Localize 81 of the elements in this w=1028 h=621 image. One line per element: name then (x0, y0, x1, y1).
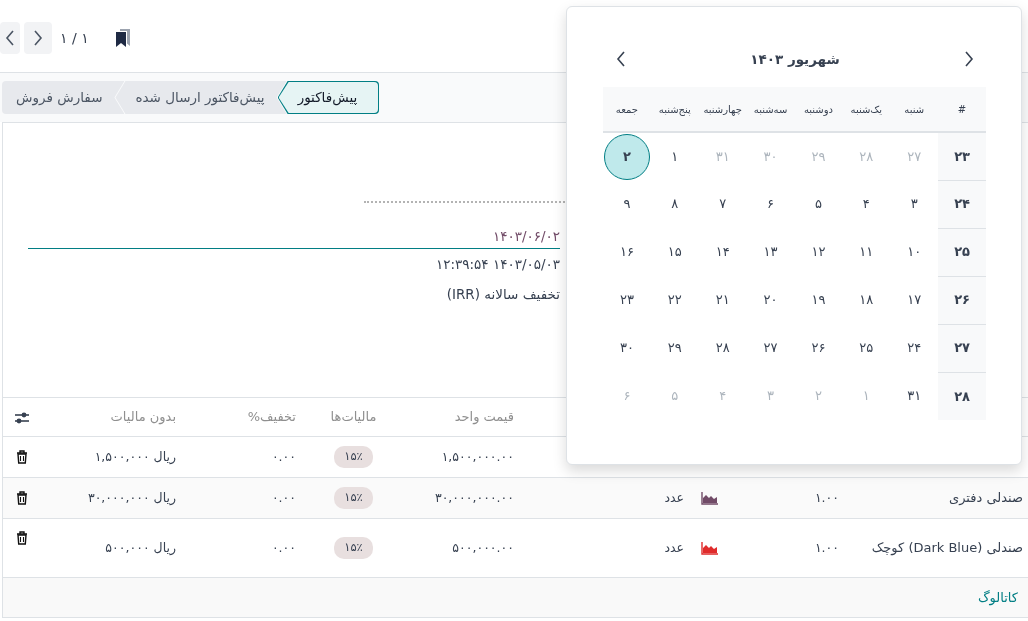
trash-icon[interactable] (16, 450, 28, 465)
calendar-day[interactable]: ۱۶ (603, 229, 650, 275)
calendar-day[interactable]: ۸ (651, 181, 698, 227)
pager-counter: ۱ / ۱ (60, 28, 89, 48)
week-number: ۲۴ (938, 180, 986, 228)
calendar-day[interactable]: ۲۷ (747, 325, 794, 371)
week-number-header: # (938, 87, 986, 132)
sliders-icon[interactable] (14, 410, 30, 425)
datetime-text: ۱۴۰۳/۰۵/۰۳ ۱۲:۳۹:۵۴ (435, 255, 560, 274)
calendar-day[interactable]: ۱۵ (651, 229, 698, 275)
calendar-day[interactable]: ۵ (795, 181, 842, 227)
calendar-day[interactable]: ۱۴ (699, 229, 746, 275)
calendar-day[interactable]: ۳ (891, 181, 938, 227)
tax-tag: ۱۵٪ (334, 537, 373, 559)
pricelist-text: تخفیف سالانه (IRR) (445, 285, 560, 304)
quantity-cell: ۱.۰۰ (751, 477, 851, 519)
week-number: ۲۸ (938, 372, 986, 420)
weekday-header: چهارشنبه (698, 87, 747, 132)
week-number: ۲۵ (938, 228, 986, 276)
calendar-day[interactable]: ۲۳ (603, 277, 650, 323)
subtotal-cell: ریال ۳۰,۰۰۰,۰۰۰ (41, 477, 186, 519)
calendar-day[interactable]: ۲۴ (891, 325, 938, 371)
next-button[interactable] (24, 22, 52, 54)
area-chart-icon[interactable] (701, 491, 719, 506)
discount-cell: ۰.۰۰ (186, 477, 316, 519)
calendar-day[interactable]: ۶ (747, 181, 794, 227)
quantity-cell: ۱.۰۰ (751, 518, 851, 578)
bookmark-icon[interactable] (114, 28, 131, 48)
status-step[interactable]: سفارش فروش (2, 81, 125, 114)
week-number: ۲۳ (938, 132, 986, 180)
calendar-day[interactable]: ۲۶ (795, 325, 842, 371)
discount-cell: ۰.۰۰ (186, 518, 316, 578)
weekday-header: سه‌شنبه (746, 87, 795, 132)
calendar-day[interactable]: ۱۰ (891, 229, 938, 275)
trash-icon[interactable] (16, 491, 28, 506)
subtotal-cell: ریال ۵۰۰,۰۰۰ (41, 518, 186, 578)
calendar-day[interactable]: ۲۱ (699, 277, 746, 323)
trash-icon[interactable] (16, 530, 28, 545)
unit-price-cell: ۵۰۰,۰۰۰.۰۰ (391, 518, 531, 578)
calendar-day[interactable]: ۲ (603, 133, 650, 180)
calendar-day[interactable]: ۲۲ (651, 277, 698, 323)
calendar-day[interactable]: ۱۱ (843, 229, 890, 275)
weekday-header: جمعه (603, 87, 651, 132)
tax-tag: ۱۵٪ (334, 487, 373, 509)
calendar-day[interactable]: ۳۰ (603, 325, 650, 371)
weekday-header: پنج‌شنبه (650, 87, 699, 132)
status-step[interactable]: پیش‌فاکتور ارسال شده (115, 81, 287, 114)
area-chart-icon[interactable] (701, 541, 719, 556)
unit-price-cell: ۱,۵۰۰,۰۰۰.۰۰ (391, 436, 531, 478)
unit-cell: عدد (531, 477, 691, 519)
previous-button[interactable] (0, 22, 20, 54)
unit-cell: عدد (531, 518, 691, 578)
calendar-day[interactable]: ۷ (699, 181, 746, 227)
calendar-day[interactable]: ۱۳ (747, 229, 794, 275)
product-cell: صندلی (Dark Blue) کوچک (851, 518, 1028, 578)
calendar-day[interactable]: ۱ (651, 133, 698, 180)
month-title: شهریور ۱۴۰۳ (750, 49, 840, 69)
calendar-day[interactable]: ۱۷ (891, 277, 938, 323)
calendar-day[interactable]: ۳۱ (891, 373, 938, 419)
calendar-day[interactable]: ۲۹ (651, 325, 698, 371)
calendar-day[interactable]: ۲۰ (747, 277, 794, 323)
calendar-day[interactable]: ۱۸ (843, 277, 890, 323)
weekday-header: یک‌شنبه (842, 87, 891, 132)
calendar-day[interactable]: ۱۲ (795, 229, 842, 275)
calendar-day[interactable]: ۹ (603, 181, 650, 227)
week-number: ۲۶ (938, 276, 986, 324)
discount-cell: ۰.۰۰ (186, 436, 316, 478)
weekday-header: دوشنبه (794, 87, 843, 132)
calendar-day[interactable]: ۱۹ (795, 277, 842, 323)
weekday-header: شنبه (890, 87, 939, 132)
calendar-day[interactable]: ۴ (843, 181, 890, 227)
calendar-day[interactable]: ۲۸ (699, 325, 746, 371)
subtotal-cell: ریال ۱,۵۰۰,۰۰۰ (41, 436, 186, 478)
calendar-day[interactable]: ۲۵ (843, 325, 890, 371)
tax-tag: ۱۵٪ (334, 446, 373, 468)
week-number: ۲۷ (938, 324, 986, 372)
catalog-link[interactable]: کاتالوگ (977, 589, 1028, 605)
product-cell: صندلی دفتری (851, 477, 1028, 519)
date-input-field[interactable]: ۱۴۰۳/۰۶/۰۲ (28, 224, 560, 249)
unit-price-cell: ۳۰,۰۰۰,۰۰۰.۰۰ (391, 477, 531, 519)
status-step[interactable]: پیش‌فاکتور (277, 81, 380, 114)
